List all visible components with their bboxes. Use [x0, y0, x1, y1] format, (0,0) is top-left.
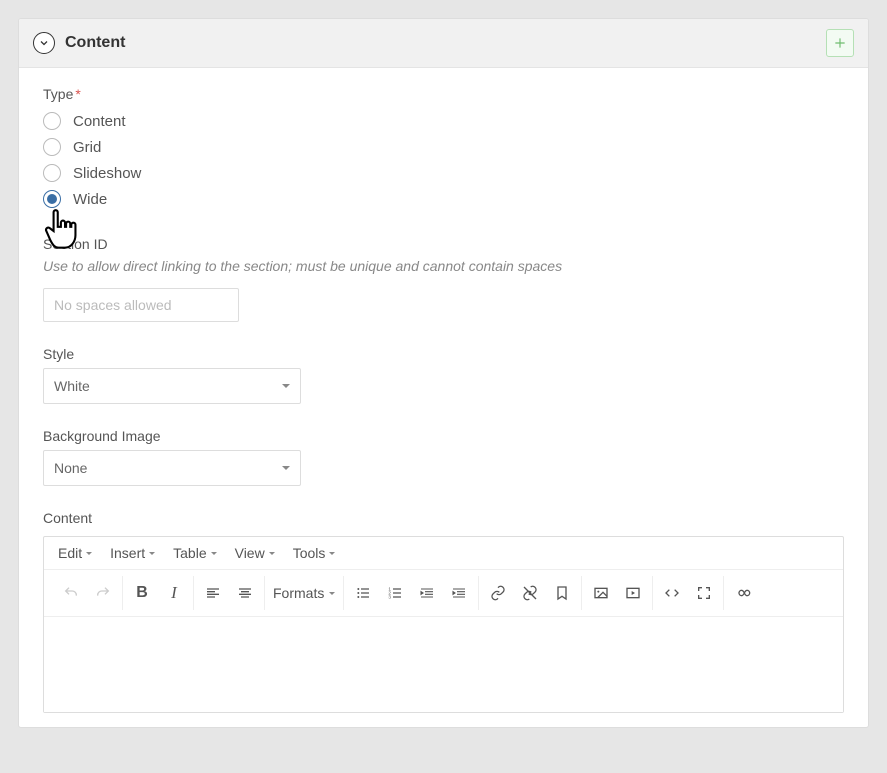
content-editor-section: Content Edit Insert Table View Tools B: [43, 510, 844, 713]
italic-button[interactable]: I: [163, 582, 185, 604]
type-label-text: Type: [43, 86, 73, 102]
background-image-value: None: [54, 460, 87, 476]
numbered-list-button[interactable]: 123: [384, 582, 406, 604]
chevron-down-icon: [86, 552, 92, 555]
menu-label: Edit: [58, 545, 82, 561]
background-image-label: Background Image: [43, 428, 844, 444]
type-section: Type* Content Grid Slideshow Wide: [43, 86, 844, 212]
editor-toolbar: B I Formats 123: [44, 570, 843, 617]
chevron-down-icon: [211, 552, 217, 555]
radio-icon: [43, 164, 61, 182]
chevron-down-icon: [38, 37, 50, 49]
unlink-button[interactable]: [519, 582, 541, 604]
background-image-select[interactable]: None: [43, 450, 301, 486]
align-left-button[interactable]: [202, 582, 224, 604]
infinity-icon: [735, 585, 751, 601]
undo-button[interactable]: [60, 582, 82, 604]
type-label: Type*: [43, 86, 844, 102]
menu-label: Insert: [110, 545, 145, 561]
chevron-down-icon: [282, 466, 290, 470]
bookmark-button[interactable]: [551, 582, 573, 604]
style-select[interactable]: White: [43, 368, 301, 404]
unlink-icon: [522, 585, 538, 601]
type-option-grid[interactable]: Grid: [43, 134, 844, 160]
indent-icon: [451, 585, 467, 601]
radio-icon: [43, 138, 61, 156]
chevron-down-icon: [149, 552, 155, 555]
content-panel: Content Type* Content Grid S: [18, 18, 869, 728]
content-label: Content: [43, 510, 844, 526]
style-section: Style White: [43, 346, 844, 404]
bullet-list-icon: [355, 585, 371, 601]
media-button[interactable]: [622, 582, 644, 604]
editor-textarea[interactable]: [44, 617, 843, 712]
formats-label: Formats: [273, 585, 324, 601]
align-left-icon: [205, 585, 221, 601]
chevron-down-icon: [329, 592, 335, 595]
chevron-down-icon: [282, 384, 290, 388]
link-icon: [490, 585, 506, 601]
menu-label: View: [235, 545, 265, 561]
code-icon: [664, 585, 680, 601]
menu-view[interactable]: View: [235, 545, 275, 561]
radio-icon: [43, 190, 61, 208]
add-section-button[interactable]: [826, 29, 854, 57]
link-button[interactable]: [487, 582, 509, 604]
plus-icon: [833, 36, 847, 50]
align-center-icon: [237, 585, 253, 601]
chevron-down-icon: [269, 552, 275, 555]
menu-insert[interactable]: Insert: [110, 545, 155, 561]
menu-tools[interactable]: Tools: [293, 545, 336, 561]
type-option-wide[interactable]: Wide: [43, 186, 844, 212]
rich-text-editor: Edit Insert Table View Tools B I: [43, 536, 844, 713]
outdent-icon: [419, 585, 435, 601]
radio-icon: [43, 112, 61, 130]
bold-button[interactable]: B: [131, 582, 153, 604]
menu-table[interactable]: Table: [173, 545, 216, 561]
background-image-section: Background Image None: [43, 428, 844, 486]
menu-edit[interactable]: Edit: [58, 545, 92, 561]
type-option-slideshow[interactable]: Slideshow: [43, 160, 844, 186]
infinity-button[interactable]: [732, 582, 754, 604]
radio-label: Slideshow: [73, 165, 141, 182]
svg-text:3: 3: [389, 594, 392, 599]
panel-body: Type* Content Grid Slideshow Wide: [19, 68, 868, 727]
image-button[interactable]: [590, 582, 612, 604]
media-icon: [625, 585, 641, 601]
fullscreen-button[interactable]: [693, 582, 715, 604]
required-mark: *: [75, 86, 80, 102]
style-value: White: [54, 378, 90, 394]
bullet-list-button[interactable]: [352, 582, 374, 604]
menu-label: Table: [173, 545, 206, 561]
radio-label: Grid: [73, 139, 101, 156]
section-id-label: Section ID: [43, 236, 844, 252]
redo-button[interactable]: [92, 582, 114, 604]
bookmark-icon: [554, 585, 570, 601]
align-center-button[interactable]: [234, 582, 256, 604]
indent-button[interactable]: [448, 582, 470, 604]
type-option-content[interactable]: Content: [43, 108, 844, 134]
undo-icon: [63, 585, 79, 601]
editor-menubar: Edit Insert Table View Tools: [44, 537, 843, 570]
collapse-toggle[interactable]: [33, 32, 55, 54]
menu-label: Tools: [293, 545, 326, 561]
chevron-down-icon: [329, 552, 335, 555]
type-radio-group: Content Grid Slideshow Wide: [43, 108, 844, 212]
section-id-section: Section ID Use to allow direct linking t…: [43, 236, 844, 322]
outdent-button[interactable]: [416, 582, 438, 604]
redo-icon: [95, 585, 111, 601]
panel-title: Content: [65, 34, 816, 52]
fullscreen-icon: [696, 585, 712, 601]
radio-label: Wide: [73, 191, 107, 208]
source-code-button[interactable]: [661, 582, 683, 604]
image-icon: [593, 585, 609, 601]
numbered-list-icon: 123: [387, 585, 403, 601]
section-id-hint: Use to allow direct linking to the secti…: [43, 258, 844, 274]
section-id-input[interactable]: [43, 288, 239, 322]
style-label: Style: [43, 346, 844, 362]
radio-label: Content: [73, 113, 126, 130]
formats-dropdown[interactable]: Formats: [273, 585, 335, 601]
panel-header: Content: [19, 19, 868, 68]
